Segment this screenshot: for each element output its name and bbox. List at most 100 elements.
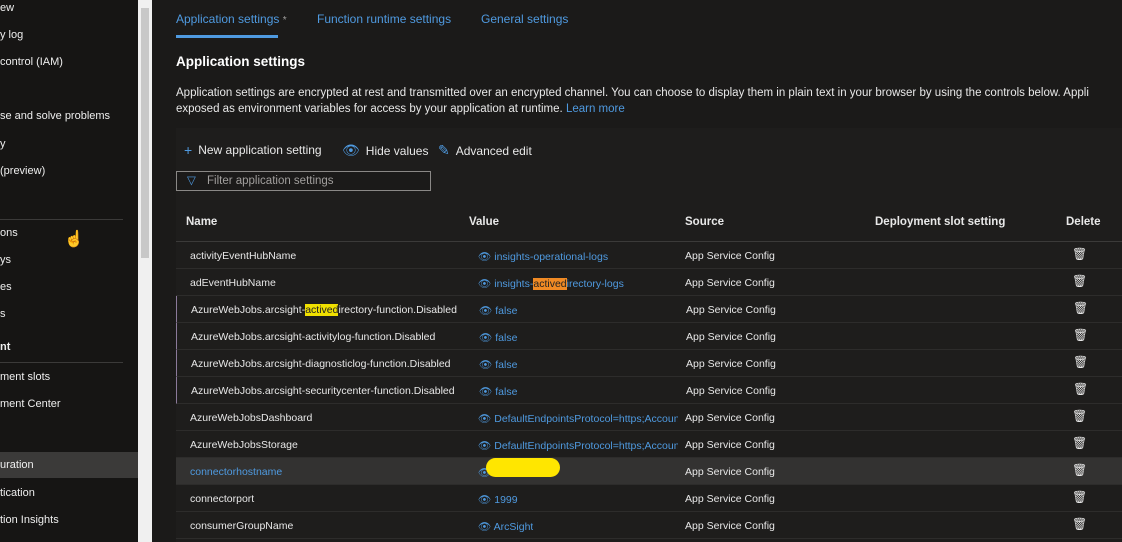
value-text: insights-operational-logs — [494, 251, 609, 263]
value-text: ArcSight — [493, 521, 534, 533]
delete-icon[interactable]: 🗑 — [1072, 436, 1087, 450]
column-header-slot[interactable]: Deployment slot setting — [875, 216, 1005, 228]
setting-name[interactable]: AzureWebJobsStorage — [190, 439, 298, 451]
table-row[interactable]: AzureWebJobs.arcsight-securitycenter-fun… — [176, 377, 1122, 404]
search-highlight: actived — [533, 278, 567, 290]
table-row[interactable]: consumerGroupName 👁 ArcSight App Service C… — [176, 512, 1122, 539]
setting-name[interactable]: connectorport — [190, 493, 254, 505]
setting-name[interactable]: consumerGroupName — [190, 520, 293, 532]
sidebar-item-security[interactable]: y — [0, 131, 138, 157]
description-text: exposed as environment variables for acc… — [176, 103, 563, 115]
delete-icon[interactable]: 🗑 — [1072, 490, 1087, 504]
value-text: DefaultEndpointsProtocol=https;Accoun — [494, 440, 678, 452]
name-text: irectory-function.Disabled — [338, 304, 457, 316]
setting-name[interactable]: AzureWebJobsDashboard — [190, 412, 312, 424]
tab-general-settings[interactable]: General settings — [481, 12, 568, 26]
settings-panel: + New application setting 👁 Hide values ✎ A… — [176, 128, 1122, 542]
hidden-value-icon: 👁 — [479, 332, 496, 344]
column-header-name[interactable]: Name — [186, 216, 217, 228]
hide-values-button[interactable]: 👁 Hide values — [342, 142, 428, 159]
setting-source: App Service Config — [685, 250, 775, 262]
sidebar-item-deployment-center[interactable]: ment Center — [0, 391, 138, 417]
eye-hide-icon: 👁 — [342, 142, 360, 158]
delete-icon[interactable]: 🗑 — [1073, 301, 1088, 315]
setting-name[interactable]: AzureWebJobs.arcsight-diagnosticlog-func… — [191, 358, 451, 370]
setting-value[interactable]: 👁 false — [479, 331, 517, 344]
setting-source: App Service Config — [686, 358, 776, 370]
advanced-edit-button[interactable]: ✎ Advanced edit — [438, 142, 532, 159]
filter-input[interactable]: ▽ Filter application settings — [176, 171, 431, 191]
setting-source: App Service Config — [686, 331, 776, 343]
setting-source: App Service Config — [685, 520, 775, 532]
sidebar-item-overview[interactable]: ew — [0, 0, 138, 21]
setting-name[interactable]: AzureWebJobs.arcsight-activedirectory-fu… — [191, 304, 457, 316]
redaction-mark — [486, 458, 560, 477]
sidebar-item-application-insights[interactable]: tion Insights — [0, 507, 138, 533]
setting-value[interactable]: 👁 1999 — [478, 493, 518, 506]
table-row[interactable]: AzureWebJobs.arcsight-diagnosticlog-func… — [176, 350, 1122, 377]
setting-value[interactable]: 👁 insights-activedirectory-logs — [478, 277, 624, 290]
sidebar-item-s[interactable]: s — [0, 301, 138, 327]
hidden-value-icon: 👁 — [478, 494, 495, 506]
delete-icon[interactable]: 🗑 — [1073, 355, 1088, 369]
setting-name[interactable]: connectorhostname — [190, 466, 282, 478]
delete-icon[interactable]: 🗑 — [1073, 382, 1088, 396]
setting-name[interactable]: AzureWebJobs.arcsight-activitylog-functi… — [191, 331, 435, 343]
setting-value[interactable]: 👁 DefaultEndpointsProtocol=https;Accoun — [478, 439, 678, 452]
delete-icon[interactable]: 🗑 — [1072, 274, 1087, 288]
value-text: insights- — [494, 278, 534, 290]
setting-name[interactable]: adEventHubName — [190, 277, 276, 289]
sidebar-item-keys[interactable]: ys — [0, 247, 138, 273]
table-row[interactable]: AzureWebJobs.arcsight-activedirectory-fu… — [176, 296, 1122, 323]
sidebar-item-files[interactable]: es — [0, 274, 138, 300]
sidebar: ew y log control (IAM) se and solve prob… — [0, 0, 138, 542]
sidebar-item-preview[interactable]: (preview) — [0, 158, 138, 184]
value-text: irectory-logs — [566, 278, 624, 290]
divider — [0, 362, 123, 363]
setting-value[interactable]: 👁 false — [479, 304, 517, 317]
table-row[interactable]: connectorhostname 👁 App Service Config 🗑 — [176, 458, 1122, 485]
column-header-source[interactable]: Source — [685, 216, 724, 228]
hidden-value-icon: 👁 — [479, 386, 496, 398]
tab-function-runtime-settings[interactable]: Function runtime settings — [317, 12, 451, 26]
tab-application-settings[interactable]: Application settings * — [176, 12, 287, 26]
setting-value[interactable]: 👁 insights-operational-logs — [478, 250, 608, 263]
button-label: Advanced edit — [455, 143, 532, 158]
table-row[interactable]: adEventHubName 👁 insights-activedirectory… — [176, 269, 1122, 296]
column-header-delete: Delete — [1066, 216, 1101, 228]
sidebar-item-authentication[interactable]: tication — [0, 480, 138, 506]
table-row[interactable]: AzureWebJobs.arcsight-activitylog-functi… — [176, 323, 1122, 350]
new-application-setting-button[interactable]: + New application setting — [184, 142, 322, 158]
table-row[interactable]: connectorport 👁 1999 App Service Config 🗑 — [176, 485, 1122, 512]
scrollbar-thumb[interactable] — [141, 8, 149, 258]
sidebar-item-deployment-slots[interactable]: ment slots — [0, 364, 138, 390]
table-row[interactable]: activityEventHubName 👁 insights-operation… — [176, 242, 1122, 269]
delete-icon[interactable]: 🗑 — [1072, 247, 1087, 261]
search-highlight: actived — [305, 304, 339, 316]
setting-value[interactable]: 👁 DefaultEndpointsProtocol=https;Accoun — [478, 412, 678, 425]
setting-name[interactable]: AzureWebJobs.arcsight-securitycenter-fun… — [191, 385, 455, 397]
table-row[interactable]: AzureWebJobsStorage 👁 DefaultEndpointsPro… — [176, 431, 1122, 458]
table-row[interactable]: AzureWebJobsDashboard 👁 DefaultEndpointsP… — [176, 404, 1122, 431]
delete-icon[interactable]: 🗑 — [1072, 463, 1087, 477]
setting-source: App Service Config — [685, 439, 775, 451]
delete-icon[interactable]: 🗑 — [1073, 328, 1088, 342]
setting-value[interactable]: 👁 false — [479, 358, 517, 371]
hidden-value-icon: 👁 — [478, 251, 495, 263]
sidebar-item-configuration[interactable]: uration — [0, 452, 138, 478]
delete-icon[interactable]: 🗑 — [1072, 517, 1087, 531]
filter-icon: ▽ — [187, 175, 196, 187]
learn-more-link[interactable]: Learn more — [566, 103, 625, 115]
setting-name[interactable]: activityEventHubName — [190, 250, 296, 262]
main-content: Application settings * Function runtime … — [152, 0, 1122, 542]
sidebar-item-activity-log[interactable]: y log — [0, 22, 138, 48]
setting-value[interactable]: 👁 ArcSight — [478, 520, 533, 533]
delete-icon[interactable]: 🗑 — [1072, 409, 1087, 423]
setting-source: App Service Config — [685, 277, 775, 289]
value-text: false — [495, 305, 518, 317]
setting-value[interactable]: 👁 false — [479, 385, 517, 398]
sidebar-item-access-control[interactable]: control (IAM) — [0, 49, 138, 75]
hand-cursor-icon: ☝ — [64, 231, 84, 248]
column-header-value[interactable]: Value — [469, 216, 499, 228]
sidebar-item-diagnose[interactable]: se and solve problems — [0, 103, 138, 129]
